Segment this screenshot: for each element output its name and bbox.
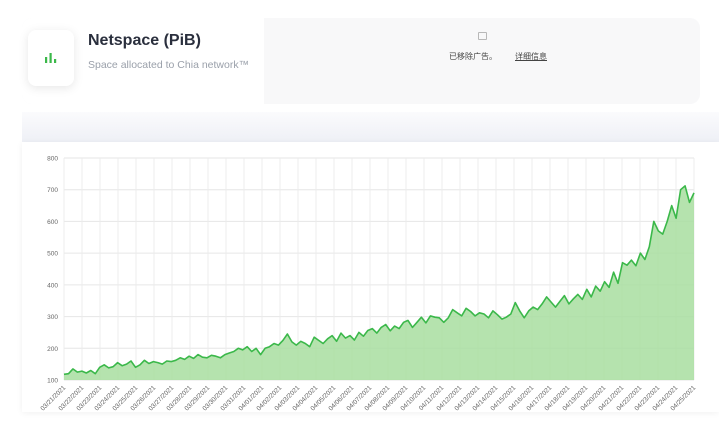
netspace-chart: 100 200 300 400 500 600 700 800 03/21/202103/22… — [39, 156, 697, 413]
ad-details-link[interactable]: 详细信息 — [515, 51, 547, 62]
chart-card: 100 200 300 400 500 600 700 800 03/21/2021 03/22… — [22, 142, 719, 412]
chart-icon-tile — [28, 30, 74, 86]
y-tick-label: 400 — [47, 282, 58, 289]
header-card: Netspace (PiB) Space allocated to Chia n… — [22, 18, 700, 104]
page-title: Netspace (PiB) — [88, 32, 201, 49]
netspace-area-fill — [64, 185, 694, 380]
ad-removed-notice: 已移除广告。 — [449, 52, 497, 61]
y-tick-label: 800 — [47, 156, 58, 163]
bar-chart-icon — [45, 53, 57, 63]
y-tick-label: 700 — [47, 187, 58, 194]
y-axis: 100 200 300 400 500 600 700 800 — [47, 156, 58, 385]
y-tick-label: 200 — [47, 346, 58, 353]
y-tick-label: 100 — [47, 378, 58, 385]
section-divider-band — [22, 112, 719, 142]
ad-info-icon — [478, 32, 487, 40]
header-left-panel: Netspace (PiB) Space allocated to Chia n… — [22, 18, 264, 104]
page-subtitle: Space allocated to Chia network™ — [88, 59, 250, 71]
x-axis: 03/21/202103/22/202103/23/202103/24/2021… — [39, 384, 697, 412]
y-tick-label: 600 — [47, 219, 58, 226]
y-tick-label: 500 — [47, 251, 58, 258]
y-tick-label: 300 — [47, 314, 58, 321]
